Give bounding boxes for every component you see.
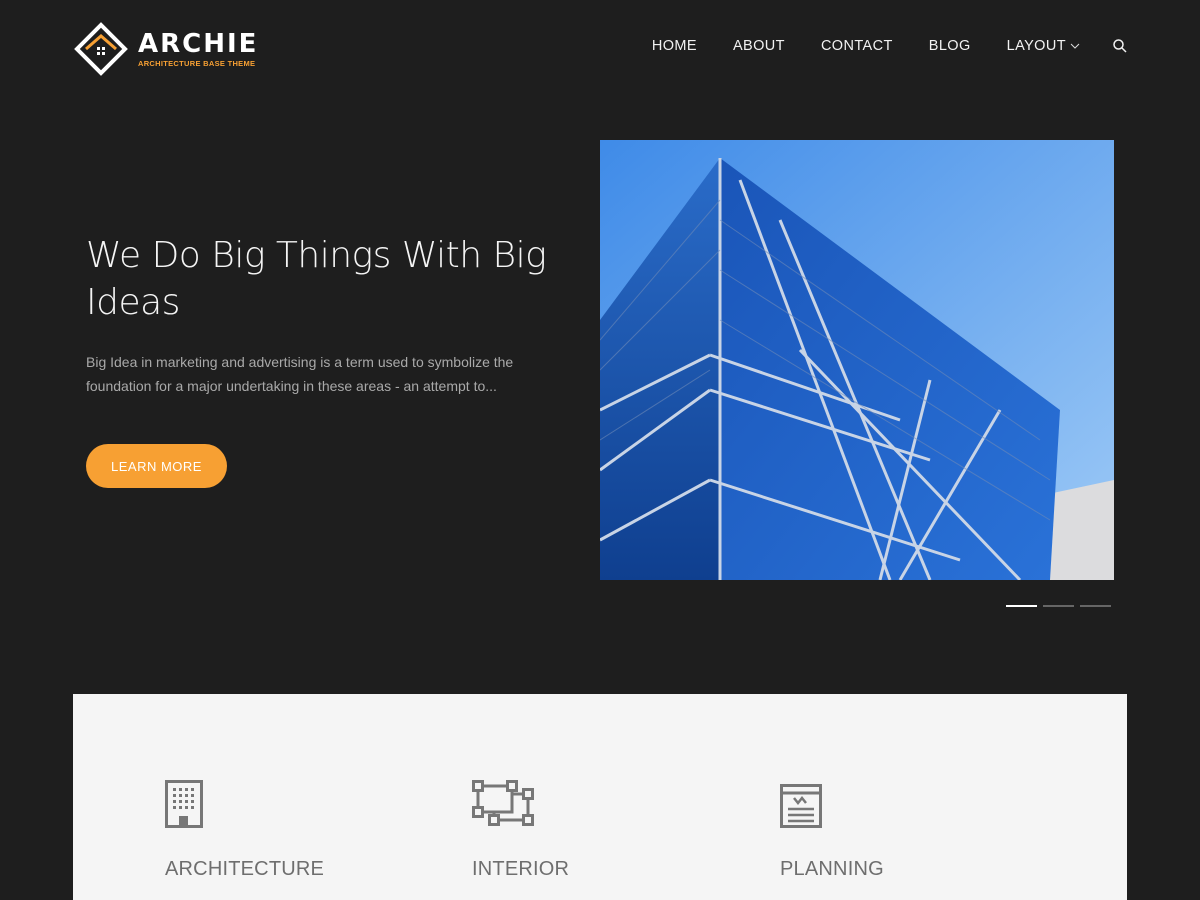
- service-label: PLANNING: [780, 858, 884, 880]
- nav-contact[interactable]: CONTACT: [821, 38, 893, 54]
- hero-slide-image: [600, 140, 1114, 580]
- nav-home[interactable]: HOME: [652, 38, 697, 54]
- slider-dot[interactable]: [1080, 605, 1111, 607]
- service-interior[interactable]: INTERIOR: [472, 780, 569, 881]
- learn-more-button[interactable]: LEARN MORE: [86, 444, 227, 488]
- brand-tagline: ARCHITECTURE BASE THEME: [138, 59, 256, 68]
- nav-layout[interactable]: LAYOUT: [1007, 38, 1080, 54]
- slider-dot[interactable]: [1006, 605, 1037, 607]
- hero-title: We Do Big Things With Big Ideas: [86, 235, 547, 323]
- slider-pagination: [1006, 605, 1111, 607]
- nav-about[interactable]: ABOUT: [733, 38, 785, 54]
- services-section: ARCHITECTURE INTERIOR PLANNING: [73, 694, 1127, 900]
- nav-layout-label: LAYOUT: [1006, 38, 1066, 54]
- brand-name: ARCHIE: [138, 29, 259, 59]
- main-nav: HOME ABOUT CONTACT BLOG LAYOUT: [652, 38, 1128, 54]
- glass-building-illustration: [600, 140, 1114, 580]
- building-icon: [165, 780, 203, 828]
- floor-plan-icon: [472, 780, 534, 826]
- site-logo[interactable]: ARCHIE ARCHITECTURE BASE THEME: [72, 20, 258, 78]
- service-architecture[interactable]: ARCHITECTURE: [165, 780, 324, 881]
- house-diamond-icon: [74, 22, 128, 76]
- search-icon[interactable]: [1112, 38, 1128, 54]
- hero-description: Big Idea in marketing and advertising is…: [86, 354, 514, 394]
- document-plan-icon: [780, 784, 822, 828]
- chevron-down-icon: [1070, 43, 1080, 49]
- slider-dot[interactable]: [1043, 605, 1074, 607]
- nav-blog[interactable]: BLOG: [929, 38, 971, 54]
- service-label: ARCHITECTURE: [165, 858, 325, 880]
- service-label: INTERIOR: [472, 858, 570, 880]
- service-planning[interactable]: PLANNING: [780, 780, 884, 881]
